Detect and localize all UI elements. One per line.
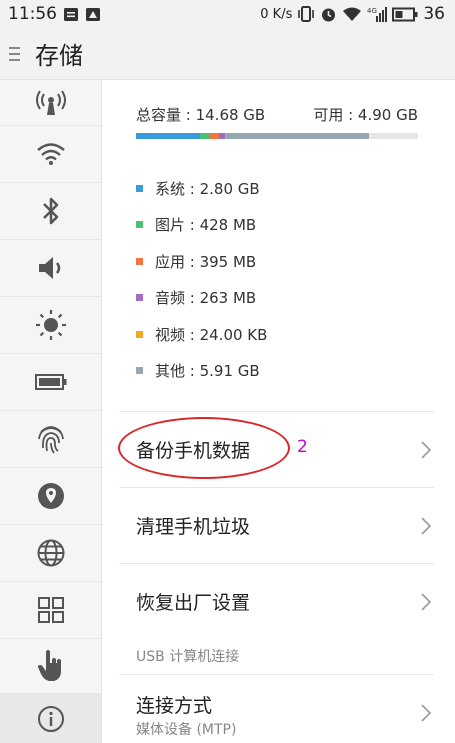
menu-icon[interactable] (9, 46, 25, 61)
legend-item: 视频 : 24.00 KB (136, 316, 267, 353)
sidebar-item-hotspot[interactable] (0, 80, 101, 126)
connection-mode-row[interactable]: 连接方式 媒体设备 (MTP) (119, 674, 434, 743)
svg-text:4G: 4G (367, 7, 377, 15)
storage-usage-bar (136, 133, 418, 139)
sidebar-item-sound[interactable] (0, 240, 101, 297)
brightness-icon (35, 310, 66, 340)
battery-icon (34, 374, 66, 390)
factory-reset-label: 恢复出厂设置 (136, 592, 251, 614)
legend-label: 应用 : 395 MB (155, 252, 257, 271)
sidebar-item-accessibility[interactable] (0, 639, 101, 694)
sidebar-item-language[interactable] (0, 525, 101, 582)
legend-color-dot (136, 330, 143, 338)
chevron-right-icon (421, 592, 432, 611)
total-capacity: 总容量 : 14.68 GB (136, 106, 266, 124)
battery-level: 36 (423, 4, 445, 24)
bluetooth-icon (42, 197, 58, 225)
connection-mode-value: 媒体设备 (MTP) (136, 722, 237, 738)
usage-bar-segment (225, 133, 369, 139)
storage-panel: 总容量 : 14.68 GB 可用 : 4.90 GB 系统 : 2.80 GB… (103, 80, 455, 743)
sidebar-item-about[interactable] (0, 694, 101, 743)
legend-label: 音频 : 263 MB (155, 289, 257, 308)
legend-color-dot (136, 367, 143, 375)
backup-data-label: 备份手机数据 (136, 440, 251, 462)
wifi-icon (36, 143, 65, 165)
usb-section-header: USB 计算机连接 (136, 649, 240, 665)
available-capacity: 可用 : 4.90 GB (313, 106, 418, 124)
sidebar-item-display[interactable] (0, 297, 101, 354)
legend-color-dot (136, 294, 143, 302)
legend-label: 系统 : 2.80 GB (155, 179, 260, 198)
sidebar-item-bluetooth[interactable] (0, 183, 101, 240)
legend-color-dot (136, 221, 143, 229)
alarm-icon (320, 6, 337, 23)
legend-label: 其他 : 5.91 GB (155, 362, 260, 381)
page-title: 存储 (35, 42, 83, 70)
touch-hand-icon (37, 650, 61, 681)
network-speed: 0 K/s (260, 6, 293, 22)
legend-color-dot (136, 257, 143, 265)
clean-junk-row[interactable]: 清理手机垃圾 (119, 487, 434, 563)
usage-bar-segment (136, 133, 200, 139)
message-icon (63, 7, 79, 22)
hotspot-icon (35, 89, 66, 115)
fingerprint-icon (37, 426, 64, 454)
storage-legend: 系统 : 2.80 GB 图片 : 428 MB 应用 : 395 MB 音频 : 2… (136, 170, 267, 389)
backup-data-row[interactable]: 备份手机数据 (119, 411, 434, 487)
cell-signal-icon: 4G (367, 6, 388, 23)
legend-item: 其他 : 5.91 GB (136, 353, 267, 390)
usage-bar-segment (209, 133, 219, 139)
vibrate-icon (297, 6, 315, 22)
sidebar-item-battery[interactable] (0, 354, 101, 411)
sidebar-item-location[interactable] (0, 468, 101, 525)
legend-label: 视频 : 24.00 KB (155, 325, 268, 344)
chevron-right-icon (421, 516, 432, 535)
sidebar (0, 80, 102, 743)
sidebar-item-apps[interactable] (0, 582, 101, 639)
legend-item: 系统 : 2.80 GB (136, 170, 267, 207)
status-time: 11:56 (8, 4, 57, 24)
annotation-number: 2 (297, 437, 308, 457)
apps-grid-icon (37, 597, 64, 623)
legend-item: 图片 : 428 MB (136, 207, 267, 244)
globe-icon (37, 539, 64, 567)
sidebar-item-wifi[interactable] (0, 126, 101, 183)
sidebar-item-fingerprint[interactable] (0, 411, 101, 468)
storage-summary: 总容量 : 14.68 GB 可用 : 4.90 GB (136, 104, 418, 125)
legend-item: 音频 : 263 MB (136, 280, 267, 317)
connection-mode-title: 连接方式 (136, 695, 213, 717)
chevron-right-icon (421, 440, 432, 459)
title-bar: 存储 (0, 28, 455, 80)
battery-status-icon (392, 7, 418, 22)
legend-color-dot (136, 184, 143, 192)
wifi-status-icon (342, 7, 362, 22)
location-icon (37, 483, 64, 509)
clean-junk-label: 清理手机垃圾 (136, 516, 251, 538)
legend-item: 应用 : 395 MB (136, 243, 267, 280)
chevron-right-icon (421, 704, 432, 722)
volume-icon (38, 257, 60, 279)
usage-bar-segment (200, 133, 210, 139)
status-bar: 11:56 0 K/s 4G 36 (0, 0, 455, 28)
legend-label: 图片 : 428 MB (155, 216, 257, 235)
factory-reset-row[interactable]: 恢复出厂设置 (119, 563, 434, 639)
info-icon (37, 705, 64, 732)
notification-app-icon (85, 7, 101, 22)
